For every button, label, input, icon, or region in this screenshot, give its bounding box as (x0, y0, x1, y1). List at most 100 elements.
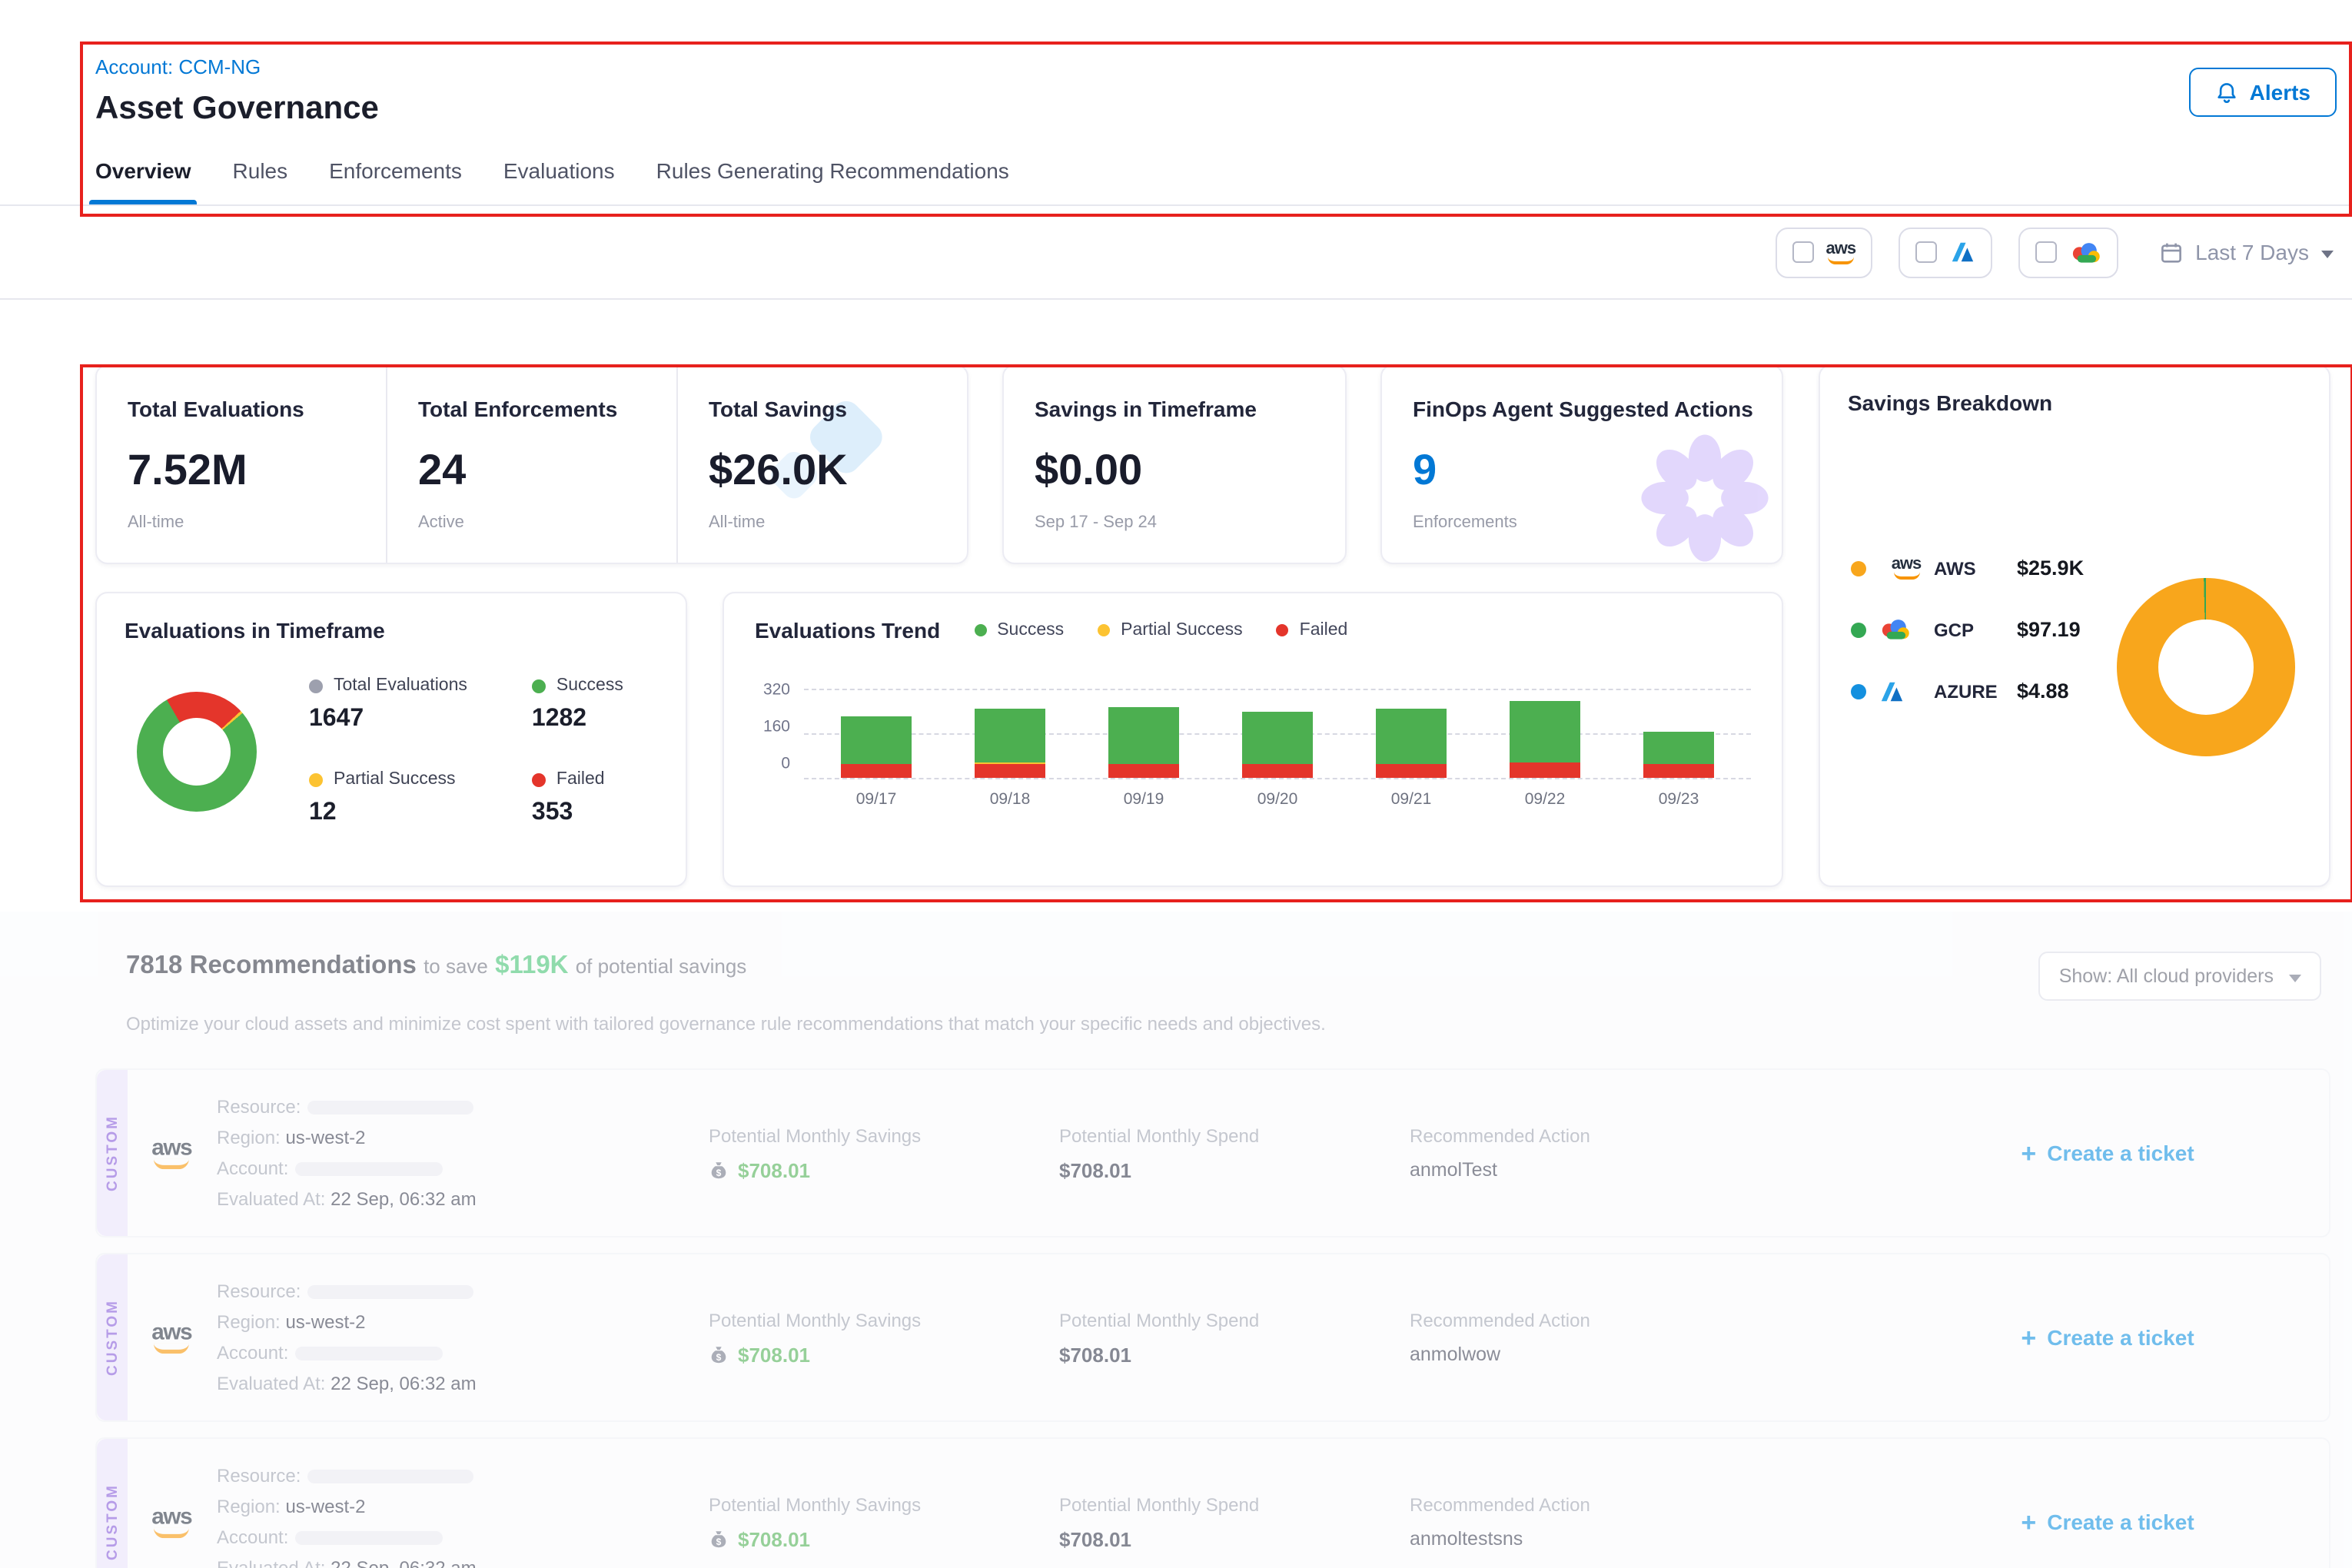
stat-caption: All-time (128, 513, 355, 532)
stat-title: Total Savings (709, 397, 936, 421)
svg-text:$: $ (716, 1167, 722, 1178)
legend-aws: aws AWS $25.9K (1851, 556, 2084, 580)
potential-monthly-savings: Potential Monthly Savings $$708.01 (709, 1439, 1059, 1568)
tab-enforcements[interactable]: Enforcements (329, 158, 462, 204)
azure-checkbox[interactable] (1915, 241, 1937, 263)
stat-caption: All-time (709, 513, 936, 532)
create-ticket-button[interactable]: +Create a ticket (2021, 1324, 2194, 1350)
aws-checkbox[interactable] (1792, 241, 1814, 263)
orange-dot-icon (1851, 560, 1866, 576)
green-dot-icon (974, 624, 986, 636)
date-range-picker[interactable]: Last 7 Days (2160, 240, 2334, 264)
trend-bars: 09/1709/1809/1909/2009/2109/2209/23 (804, 689, 1751, 809)
to-save-text: to save (424, 955, 488, 978)
x-axis-label: 09/18 (990, 790, 1031, 809)
tab-rules-generating-recommendations[interactable]: Rules Generating Recommendations (656, 158, 1009, 204)
provider-logo: aws (128, 1070, 217, 1236)
provider-filter-aws[interactable]: aws (1776, 227, 1873, 277)
bar-segment (1242, 765, 1313, 778)
azure-icon (1879, 680, 1905, 702)
stacked-bar (1242, 689, 1313, 778)
x-axis-label: 09/22 (1525, 790, 1566, 809)
x-axis-label: 09/20 (1257, 790, 1298, 809)
recommendations-heading: 7818 Recommendations to save $119K of po… (126, 952, 746, 981)
evaluations-trend-card: Evaluations Trend Success Partial Succes… (723, 592, 1783, 887)
recommended-action: Recommended Action anmolwow (1410, 1254, 1886, 1420)
legend-partial-success: Partial Success 12 (309, 770, 467, 827)
stat-value: 7.52M (128, 446, 355, 495)
evaluations-donut-chart (137, 692, 257, 812)
bar-segment (1242, 713, 1313, 764)
legend-success: Success 1282 (532, 676, 623, 733)
potential-monthly-savings: Potential Monthly Savings $$708.01 (709, 1070, 1059, 1236)
trend-bar-group: 09/17 (819, 689, 933, 809)
evaluations-in-timeframe-card: Evaluations in Timeframe Total Evaluatio… (95, 592, 687, 887)
plus-icon: + (2021, 1140, 2036, 1166)
stat-caption: Active (418, 513, 646, 532)
money-bag-icon: $ (709, 1344, 729, 1364)
plus-icon: + (2021, 1324, 2036, 1350)
savings-amount: $119K (495, 952, 568, 979)
recommended-action: Recommended Action anmolTest (1410, 1070, 1886, 1236)
card-title: Savings Breakdown (1848, 390, 2301, 415)
account-placeholder (294, 1163, 442, 1177)
trend-y-axis: 320 160 0 (755, 689, 804, 778)
stat-value: $26.0K (709, 446, 936, 495)
provider-logo: aws (128, 1254, 217, 1420)
stats-section: Total Evaluations 7.52M All-time Total E… (0, 300, 2352, 887)
tab-overview[interactable]: Overview (95, 158, 191, 204)
chevron-down-icon (2289, 974, 2301, 982)
chevron-down-icon (2321, 250, 2334, 257)
total-savings-stat: Total Savings $26.0K All-time (678, 366, 967, 563)
savings-in-timeframe-card: Savings in Timeframe $0.00 Sep 17 - Sep … (1002, 364, 1347, 564)
recommendation-row: CUSTOM aws Resource: Region: us-west-2 A… (95, 1068, 2330, 1237)
yellow-dot-icon (309, 772, 323, 786)
trend-bar-group: 09/18 (953, 689, 1067, 809)
gcp-checkbox[interactable] (2035, 241, 2057, 263)
gcp-icon (2069, 241, 2101, 264)
bar-segment (1510, 701, 1580, 762)
account-breadcrumb[interactable]: Account: CCM-NG (95, 55, 379, 78)
money-bag-icon: $ (709, 1160, 729, 1180)
stacked-bar (841, 689, 912, 778)
trend-legend: Success Partial Success Failed (974, 621, 1347, 639)
finops-agent-stat: FinOps Agent Suggested Actions 9 Enforce… (1382, 366, 1782, 563)
green-dot-icon (1851, 622, 1866, 637)
recommendations-count-label: Recommendations (190, 952, 417, 979)
stacked-bar (1376, 689, 1447, 778)
legend-failed: Failed (1277, 621, 1348, 639)
trend-chart: 320 160 0 09/1709/1809/1909/2009/2109/22… (755, 689, 1751, 809)
stat-title: FinOps Agent Suggested Actions (1413, 397, 1751, 421)
savings-breakdown-legend: aws AWS $25.9K GCP $97.19 (1848, 556, 2084, 756)
create-ticket-button[interactable]: +Create a ticket (2021, 1140, 2194, 1166)
aws-icon: aws (1826, 241, 1856, 264)
cloud-provider-select[interactable]: Show: All cloud providers (2039, 952, 2321, 1001)
plus-icon: + (2021, 1509, 2036, 1535)
provider-filter-azure[interactable] (1899, 227, 1992, 277)
provider-logo: aws (128, 1439, 217, 1568)
resource-placeholder (307, 1101, 473, 1115)
x-axis-label: 09/21 (1391, 790, 1432, 809)
tab-rules[interactable]: Rules (233, 158, 288, 204)
aws-icon: aws (1879, 556, 1934, 580)
provider-filter-gcp[interactable] (2018, 227, 2118, 277)
yellow-dot-icon (1098, 624, 1110, 636)
svg-text:$: $ (716, 1536, 722, 1546)
stat-value: 24 (418, 446, 646, 495)
account-placeholder (294, 1532, 442, 1546)
alerts-button[interactable]: Alerts (2190, 68, 2337, 117)
legend-partial-success: Partial Success (1098, 621, 1243, 639)
total-evaluations-stat: Total Evaluations 7.52M All-time (97, 366, 387, 563)
trend-bar-group: 09/22 (1488, 689, 1602, 809)
bar-segment (841, 716, 912, 764)
stacked-bar (975, 689, 1045, 778)
bar-segment (1643, 732, 1714, 764)
legend-gcp: GCP $97.19 (1851, 618, 2084, 641)
stat-title: Savings in Timeframe (1035, 397, 1314, 421)
create-ticket-button[interactable]: +Create a ticket (2021, 1509, 2194, 1535)
tab-evaluations[interactable]: Evaluations (503, 158, 615, 204)
resource-details: Resource: Region: us-west-2 Account: Eva… (217, 1439, 709, 1568)
potential-monthly-spend: Potential Monthly Spend $708.01 (1059, 1070, 1410, 1236)
bar-segment (1510, 762, 1580, 778)
aws-icon: aws (152, 1322, 192, 1354)
